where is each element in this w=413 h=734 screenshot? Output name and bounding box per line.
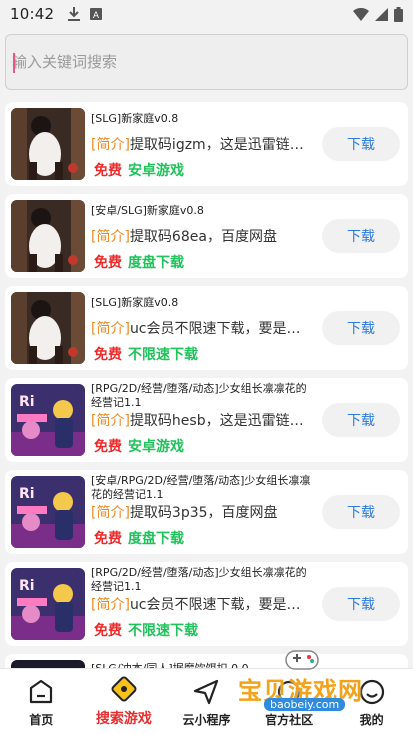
svg-text:Ri: Ri — [19, 394, 35, 410]
intro-text: 提取码3p35，百度网盘 — [129, 505, 278, 521]
kind-badge: 度盘下载 — [128, 531, 184, 547]
nav-label: 首页 — [29, 713, 54, 727]
download-icon — [68, 7, 81, 21]
intro-tag: [简介] — [91, 413, 130, 429]
list-item[interactable]: Ri [RPG/2D/经营/堕落/动态]少女组长凛凛花的经营记1.1 [简介]提… — [5, 378, 408, 462]
text-caret — [13, 53, 15, 73]
nav-home[interactable]: 首页 — [0, 669, 83, 734]
item-tags: 免费 安卓游戏 — [94, 160, 184, 180]
intro-tag: [简介] — [91, 505, 130, 521]
free-badge: 免费 — [94, 163, 122, 179]
list-item[interactable]: [SLG]新家庭v0.8 [简介]uc会员不限速下载，要是… 免费 不限速下载 下… — [5, 286, 408, 370]
kind-badge: 不限速下载 — [128, 347, 198, 363]
item-title: [安卓/SLG]新家庭v0.8 — [91, 204, 204, 217]
kind-badge: 安卓游戏 — [128, 439, 184, 455]
item-intro: [简介]提取码igzm，这是迅雷链… — [91, 136, 317, 154]
search-box[interactable] — [5, 34, 408, 90]
home-icon — [26, 677, 56, 707]
bottom-nav: 首页 搜索游戏 云小程序 官方社区 我的 — [0, 668, 413, 734]
intro-text: uc会员不限速下载，要是… — [129, 321, 301, 337]
send-icon — [191, 677, 221, 707]
nav-label: 云小程序 — [182, 713, 231, 727]
download-button[interactable]: 下载 — [322, 127, 400, 161]
kind-badge: 不限速下载 — [128, 623, 198, 639]
nav-label: 官方社区 — [265, 713, 314, 727]
community-icon — [274, 677, 304, 707]
nav-label: 搜索游戏 — [95, 711, 152, 727]
game-thumbnail[interactable]: Ri — [11, 568, 85, 640]
item-tags: 免费 不限速下载 — [94, 344, 198, 364]
battery-icon — [394, 6, 403, 22]
list-item[interactable]: [安卓/SLG]新家庭v0.8 [简介]提取码68ea，百度网盘 免费 度盘下载 … — [5, 194, 408, 278]
free-badge: 免费 — [94, 347, 122, 363]
item-title: [RPG/2D/经营/堕落/动态]少女组长凛凛花的经营记1.1 — [91, 382, 307, 409]
signal-icon — [375, 7, 388, 21]
status-time: 10:42 — [10, 5, 55, 23]
result-list: [SLG]新家庭v0.8 [简介]提取码igzm，这是迅雷链… 免费 安卓游戏 下… — [5, 102, 408, 702]
item-intro: [简介]uc会员不限速下载，要是… — [91, 320, 317, 338]
intro-text: 提取码hesb，这是迅雷链… — [129, 413, 304, 429]
download-button[interactable]: 下载 — [322, 219, 400, 253]
item-intro: [简介]提取码hesb，这是迅雷链… — [91, 412, 317, 430]
profile-icon — [357, 677, 387, 707]
status-notifications: A — [68, 7, 103, 21]
item-intro: [简介]uc会员不限速下载，要是… — [91, 596, 317, 614]
free-badge: 免费 — [94, 623, 122, 639]
list-item[interactable]: Ri [RPG/2D/经营/堕落/动态]少女组长凛凛花的经营记1.1 [简介]u… — [5, 562, 408, 646]
intro-tag: [简介] — [91, 137, 130, 153]
nav-mine[interactable]: 我的 — [330, 669, 413, 734]
intro-text: uc会员不限速下载，要是… — [129, 597, 301, 613]
game-thumbnail[interactable]: Ri — [11, 476, 85, 548]
kind-badge: 度盘下载 — [128, 255, 184, 271]
intro-tag: [简介] — [91, 597, 130, 613]
game-thumbnail[interactable]: Ri — [11, 384, 85, 456]
nav-community[interactable]: 官方社区 — [248, 669, 331, 734]
svg-text:A: A — [93, 11, 100, 20]
item-intro: [简介]提取码3p35，百度网盘 — [91, 504, 317, 522]
list-item[interactable]: [SLG]新家庭v0.8 [简介]提取码igzm，这是迅雷链… 免费 安卓游戏 下… — [5, 102, 408, 186]
status-system-icons — [353, 6, 403, 22]
item-tags: 免费 不限速下载 — [94, 620, 198, 640]
game-thumbnail[interactable] — [11, 292, 85, 364]
search-input[interactable] — [6, 35, 407, 89]
item-tags: 免费 度盘下载 — [94, 528, 184, 548]
kind-badge: 安卓游戏 — [128, 163, 184, 179]
intro-text: 提取码68ea，百度网盘 — [129, 229, 277, 245]
item-tags: 免费 度盘下载 — [94, 252, 184, 272]
intro-tag: [简介] — [91, 229, 130, 245]
item-title: [SLG]新家庭v0.8 — [91, 112, 179, 125]
game-thumbnail[interactable] — [11, 108, 85, 180]
nav-label: 我的 — [359, 713, 384, 727]
game-thumbnail[interactable] — [11, 200, 85, 272]
download-button[interactable]: 下载 — [322, 587, 400, 621]
wifi-icon — [353, 7, 369, 21]
svg-text:Ri: Ri — [19, 578, 35, 594]
item-title: [安卓/RPG/2D/经营/堕落/动态]少女组长凛凛花的经营记1.1 — [91, 474, 311, 501]
download-button[interactable]: 下载 — [322, 403, 400, 437]
free-badge: 免费 — [94, 439, 122, 455]
free-badge: 免费 — [94, 255, 122, 271]
nav-cloud-mini-program[interactable]: 云小程序 — [165, 669, 248, 734]
item-intro: [简介]提取码68ea，百度网盘 — [91, 228, 317, 246]
download-button[interactable]: 下载 — [322, 311, 400, 345]
item-tags: 免费 安卓游戏 — [94, 436, 184, 456]
item-title: [RPG/2D/经营/堕落/动态]少女组长凛凛花的经营记1.1 — [91, 566, 307, 593]
free-badge: 免费 — [94, 531, 122, 547]
app-a-icon: A — [90, 8, 103, 20]
list-item[interactable]: Ri [安卓/RPG/2D/经营/堕落/动态]少女组长凛凛花的经营记1.1 [简… — [5, 470, 408, 554]
nav-search-game[interactable]: 搜索游戏 — [83, 669, 166, 734]
search-game-icon — [109, 674, 139, 704]
download-button[interactable]: 下载 — [322, 495, 400, 529]
item-title: [SLG]新家庭v0.8 — [91, 296, 179, 309]
status-bar: 10:42 A — [0, 0, 413, 28]
intro-text: 提取码igzm，这是迅雷链… — [129, 137, 304, 153]
intro-tag: [简介] — [91, 321, 130, 337]
svg-text:Ri: Ri — [19, 486, 35, 502]
